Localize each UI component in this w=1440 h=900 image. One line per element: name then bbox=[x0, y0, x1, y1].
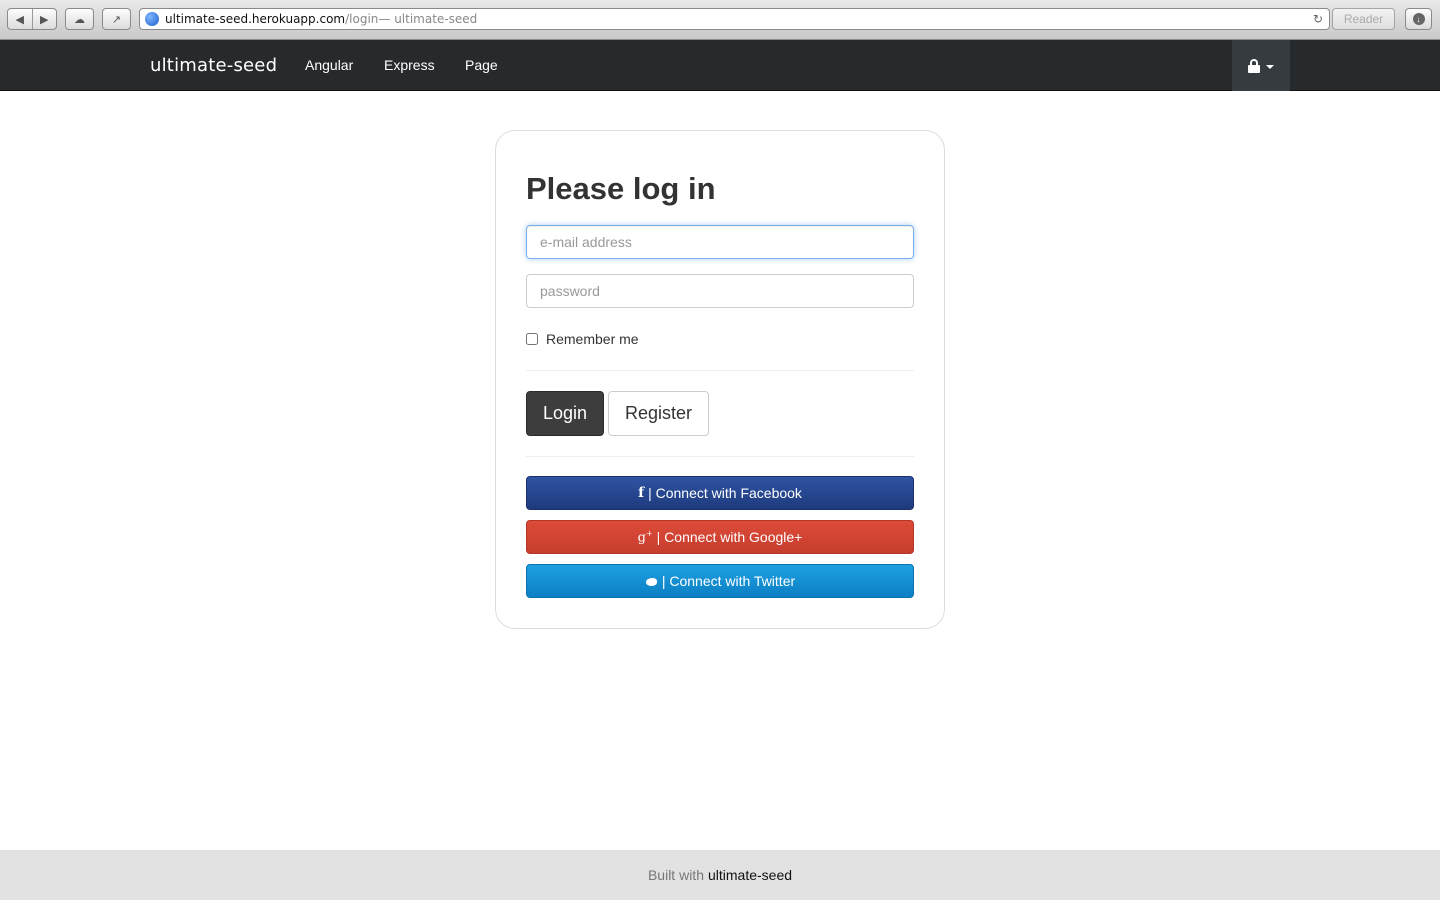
url-path: /login bbox=[345, 12, 379, 26]
download-icon: ↓ bbox=[1412, 13, 1425, 25]
login-panel: Please log in Remember me Login Register… bbox=[495, 130, 945, 629]
reader-button[interactable]: Reader bbox=[1332, 8, 1395, 30]
divider bbox=[526, 456, 914, 457]
footer: Built with ultimate-seed bbox=[0, 850, 1440, 900]
footer-prefix: Built with bbox=[647, 867, 704, 883]
connect-facebook-label: | Connect with Facebook bbox=[648, 485, 802, 501]
page-title-suffix: — ultimate-seed bbox=[378, 12, 478, 26]
connect-facebook-button[interactable]: f | Connect with Facebook bbox=[526, 476, 914, 510]
connect-google-button[interactable]: g+ | Connect with Google+ bbox=[526, 520, 914, 554]
back-forward-buttons: ◀ ▶ bbox=[7, 8, 57, 30]
top-navbar: ultimate-seed Angular Express Page bbox=[0, 40, 1440, 91]
caret-down-icon bbox=[1266, 64, 1274, 69]
remember-me[interactable]: Remember me bbox=[526, 331, 639, 347]
reload-icon[interactable]: ↻ bbox=[1313, 12, 1323, 26]
account-dropdown-toggle[interactable] bbox=[1232, 40, 1290, 91]
connect-google-label: | Connect with Google+ bbox=[656, 529, 803, 545]
facebook-icon: f bbox=[638, 485, 645, 501]
share-icon: ↗ bbox=[111, 13, 122, 26]
nav-link-angular[interactable]: Angular bbox=[305, 57, 353, 73]
divider bbox=[526, 370, 914, 371]
lock-icon bbox=[1248, 58, 1260, 73]
twitter-icon bbox=[645, 576, 658, 587]
icloud-tabs-button[interactable]: ☁ bbox=[65, 8, 94, 30]
page-title: Please log in bbox=[526, 171, 716, 206]
cloud-icon: ☁ bbox=[74, 13, 85, 26]
nav-link-page[interactable]: Page bbox=[465, 57, 498, 73]
connect-twitter-button[interactable]: | Connect with Twitter bbox=[526, 564, 914, 598]
remember-me-label: Remember me bbox=[546, 331, 639, 347]
globe-icon bbox=[145, 12, 159, 26]
address-bar[interactable]: ultimate-seed.herokuapp.com /login — ult… bbox=[139, 8, 1330, 30]
footer-brand-link[interactable]: ultimate-seed bbox=[708, 867, 792, 883]
browser-toolbar: ◀ ▶ ☁ ↗ ultimate-seed.herokuapp.com /log… bbox=[0, 0, 1440, 40]
share-button[interactable]: ↗ bbox=[102, 8, 131, 30]
remember-me-checkbox[interactable] bbox=[526, 333, 538, 345]
register-button[interactable]: Register bbox=[608, 391, 709, 436]
back-icon[interactable]: ◀ bbox=[8, 9, 33, 29]
login-button[interactable]: Login bbox=[526, 391, 604, 436]
forward-icon[interactable]: ▶ bbox=[33, 9, 57, 29]
url-host: ultimate-seed.herokuapp.com bbox=[165, 12, 346, 26]
nav-link-express[interactable]: Express bbox=[384, 57, 435, 73]
brand-link[interactable]: ultimate-seed bbox=[150, 55, 277, 76]
google-plus-icon: g+ bbox=[637, 528, 653, 546]
downloads-button[interactable]: ↓ bbox=[1405, 8, 1432, 30]
email-field[interactable] bbox=[526, 225, 914, 259]
password-field[interactable] bbox=[526, 274, 914, 308]
connect-twitter-label: | Connect with Twitter bbox=[661, 573, 796, 589]
